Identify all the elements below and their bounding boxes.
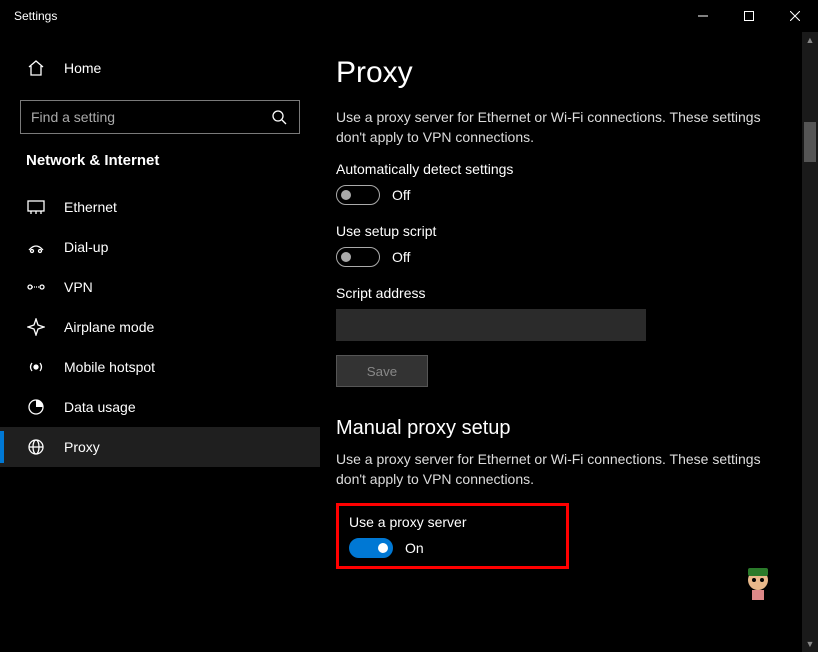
scroll-up-icon[interactable]: ▲ <box>802 32 818 48</box>
setup-script-state: Off <box>392 249 410 265</box>
sidebar-item-airplane[interactable]: Airplane mode <box>0 307 320 347</box>
script-address-input[interactable] <box>336 309 646 341</box>
use-proxy-state: On <box>405 540 424 556</box>
sidebar-item-ethernet[interactable]: Ethernet <box>0 187 320 227</box>
sidebar-item-datausage[interactable]: Data usage <box>0 387 320 427</box>
sidebar-item-vpn[interactable]: VPN <box>0 267 320 307</box>
minimize-button[interactable] <box>680 0 726 32</box>
proxy-icon <box>26 437 46 457</box>
dialup-icon <box>26 237 46 257</box>
mascot-icon <box>738 562 778 602</box>
sidebar-item-hotspot[interactable]: Mobile hotspot <box>0 347 320 387</box>
use-proxy-label: Use a proxy server <box>349 514 466 530</box>
sidebar-item-label: Ethernet <box>64 199 117 215</box>
setup-script-label: Use setup script <box>336 223 802 239</box>
hotspot-icon <box>26 357 46 377</box>
sidebar-item-label: VPN <box>64 279 93 295</box>
use-proxy-toggle[interactable] <box>349 538 393 558</box>
titlebar[interactable]: Settings <box>0 0 818 32</box>
sidebar-item-label: Airplane mode <box>64 319 154 335</box>
scrollbar-thumb[interactable] <box>804 122 816 162</box>
main-content: Proxy Use a proxy server for Ethernet or… <box>320 32 818 652</box>
sidebar-item-proxy[interactable]: Proxy <box>0 427 320 467</box>
setup-script-toggle[interactable] <box>336 247 380 267</box>
window-controls <box>680 0 818 32</box>
datausage-icon <box>26 397 46 417</box>
auto-proxy-description: Use a proxy server for Ethernet or Wi-Fi… <box>336 108 766 147</box>
auto-detect-label: Automatically detect settings <box>336 161 802 177</box>
sidebar-item-label: Proxy <box>64 439 100 455</box>
auto-detect-toggle[interactable] <box>336 185 380 205</box>
home-link[interactable]: Home <box>0 50 320 86</box>
home-icon <box>26 58 46 78</box>
manual-proxy-description: Use a proxy server for Ethernet or Wi-Fi… <box>336 450 766 489</box>
close-button[interactable] <box>772 0 818 32</box>
vpn-icon <box>26 277 46 297</box>
maximize-button[interactable] <box>726 0 772 32</box>
search-icon <box>269 107 289 127</box>
search-box[interactable] <box>20 100 300 134</box>
sidebar-item-dialup[interactable]: Dial-up <box>0 227 320 267</box>
sidebar: Home Network & Internet Ethernet Dial-up… <box>0 32 320 652</box>
auto-detect-setting: Automatically detect settings Off <box>336 161 802 205</box>
window-title: Settings <box>14 9 57 23</box>
sidebar-item-label: Data usage <box>64 399 136 415</box>
search-input[interactable] <box>31 109 269 125</box>
setup-script-setting: Use setup script Off <box>336 223 802 267</box>
sidebar-item-label: Mobile hotspot <box>64 359 155 375</box>
scrollbar[interactable]: ▲ ▼ <box>802 32 818 652</box>
auto-detect-state: Off <box>392 187 410 203</box>
script-address-label: Script address <box>336 285 802 301</box>
home-label: Home <box>64 60 101 76</box>
manual-proxy-title: Manual proxy setup <box>336 417 802 440</box>
airplane-icon <box>26 317 46 337</box>
scroll-down-icon[interactable]: ▼ <box>802 636 818 652</box>
ethernet-icon <box>26 197 46 217</box>
category-header: Network & Internet <box>0 152 320 187</box>
script-address-setting: Script address Save <box>336 285 802 387</box>
sidebar-item-label: Dial-up <box>64 239 108 255</box>
highlight-box: Use a proxy server On <box>336 503 569 569</box>
save-button[interactable]: Save <box>336 355 428 387</box>
page-title: Proxy <box>320 32 818 100</box>
